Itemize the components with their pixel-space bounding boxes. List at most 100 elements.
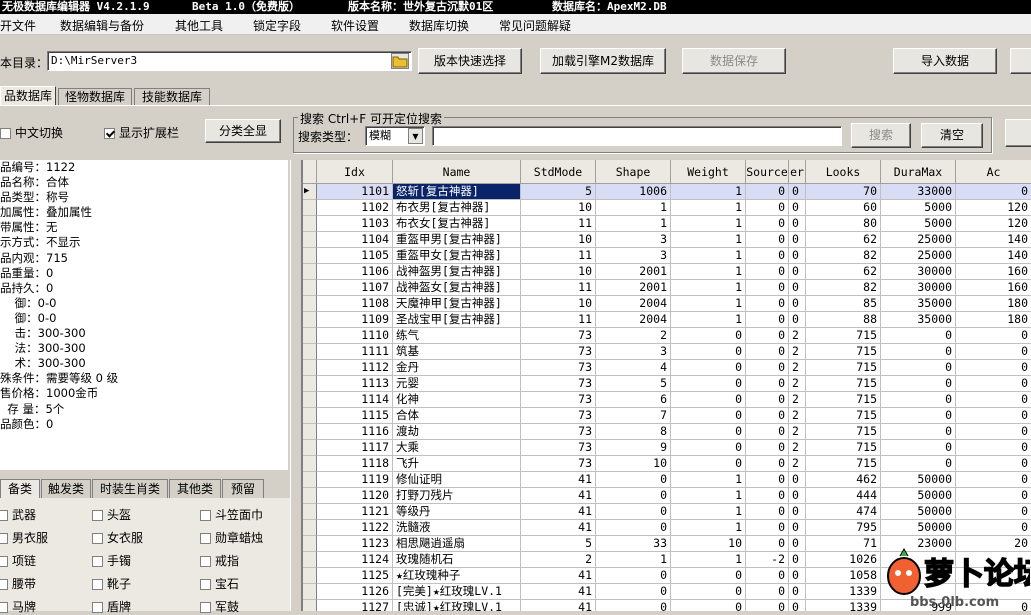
load-engine-button[interactable]: 加载引擎M2数据库: [540, 48, 666, 74]
table-cell[interactable]: 10: [521, 232, 596, 248]
table-cell[interactable]: 元婴: [393, 376, 521, 392]
table-cell[interactable]: 8: [596, 424, 671, 440]
table-cell[interactable]: 0: [956, 472, 1031, 488]
table-cell[interactable]: 飞升: [393, 456, 521, 472]
table-cell[interactable]: 0: [746, 232, 789, 248]
menu-settings[interactable]: 软件设置: [331, 17, 379, 34]
table-cell[interactable]: 圣战宝甲[复古神器]: [393, 312, 521, 328]
table-cell[interactable]: 50000: [881, 520, 956, 536]
table-cell[interactable]: 70: [806, 184, 881, 200]
table-cell[interactable]: 1127: [317, 600, 393, 611]
table-cell[interactable]: 1: [671, 200, 746, 216]
table-cell[interactable]: 0: [789, 200, 806, 216]
table-row[interactable]: 1119 修仙证明 41 0 1 0 0 462 50000 0: [303, 472, 1031, 488]
table-cell[interactable]: 10: [596, 456, 671, 472]
table-cell[interactable]: 0: [746, 600, 789, 611]
table-cell[interactable]: 0: [671, 600, 746, 611]
table-cell[interactable]: 1: [596, 552, 671, 568]
import-data-button[interactable]: 导入数据: [893, 48, 997, 74]
table-cell[interactable]: 渡劫: [393, 424, 521, 440]
table-cell[interactable]: 0: [956, 344, 1031, 360]
table-cell[interactable]: 1121: [317, 504, 393, 520]
table-row[interactable]: 1110 练气 73 2 0 0 2 715 0 0: [303, 328, 1031, 344]
cat-weapon[interactable]: 武器: [0, 506, 36, 523]
table-row[interactable]: 1117 大乘 73 9 0 0 2 715 0 0: [303, 440, 1031, 456]
table-cell[interactable]: 73: [521, 344, 596, 360]
table-cell[interactable]: 0: [789, 280, 806, 296]
table-cell[interactable]: 9: [596, 440, 671, 456]
table-cell[interactable]: ★红玫瑰种子: [393, 568, 521, 584]
table-cell[interactable]: 0: [956, 520, 1031, 536]
table-cell[interactable]: 50000: [881, 472, 956, 488]
table-row[interactable]: 1108 天魔神甲[复古神器] 10 2004 1 0 0 85 35000 180: [303, 296, 1031, 312]
table-cell[interactable]: 筑基: [393, 344, 521, 360]
table-cell[interactable]: 0: [789, 184, 806, 200]
table-cell[interactable]: 715: [806, 408, 881, 424]
table-cell[interactable]: 修仙证明: [393, 472, 521, 488]
table-cell[interactable]: 0: [956, 504, 1031, 520]
table-cell[interactable]: -2: [746, 552, 789, 568]
category-all-button[interactable]: 分类全显: [205, 119, 281, 143]
table-cell[interactable]: 715: [806, 328, 881, 344]
table-cell[interactable]: 0: [881, 408, 956, 424]
splitter[interactable]: [290, 160, 302, 611]
table-cell[interactable]: 73: [521, 408, 596, 424]
table-cell[interactable]: 1: [671, 520, 746, 536]
table-cell[interactable]: 0: [881, 344, 956, 360]
table-cell[interactable]: 2: [789, 408, 806, 424]
table-cell[interactable]: 0: [746, 376, 789, 392]
table-cell[interactable]: 1105: [317, 248, 393, 264]
table-cell[interactable]: 3: [596, 344, 671, 360]
menu-file[interactable]: 开文件: [0, 17, 36, 34]
cat-shield[interactable]: 盾牌: [92, 598, 131, 615]
table-cell[interactable]: 0: [746, 312, 789, 328]
table-cell[interactable]: 2: [789, 376, 806, 392]
table-cell[interactable]: 0: [746, 200, 789, 216]
table-cell[interactable]: 0: [956, 440, 1031, 456]
table-cell[interactable]: 2: [789, 456, 806, 472]
table-cell[interactable]: 0: [956, 376, 1031, 392]
tab-monster-db[interactable]: 怪物数据库: [58, 88, 132, 105]
table-cell[interactable]: 1109: [317, 312, 393, 328]
table-cell[interactable]: 715: [806, 456, 881, 472]
table-cell[interactable]: 0: [671, 584, 746, 600]
table-cell[interactable]: 10: [521, 264, 596, 280]
table-cell[interactable]: 1: [596, 200, 671, 216]
table-cell[interactable]: 1006: [596, 184, 671, 200]
table-cell[interactable]: 41: [521, 472, 596, 488]
table-cell[interactable]: 1: [671, 216, 746, 232]
table-cell[interactable]: 0: [671, 392, 746, 408]
clear-button[interactable]: 清空: [921, 123, 983, 148]
table-cell[interactable]: 50000: [881, 488, 956, 504]
search-button[interactable]: 搜索: [851, 123, 911, 148]
table-cell[interactable]: 0: [671, 328, 746, 344]
chevron-down-icon[interactable]: ▼: [408, 128, 423, 144]
table-cell[interactable]: 715: [806, 376, 881, 392]
table-cell[interactable]: 1110: [317, 328, 393, 344]
table-row[interactable]: 1120 打野刀残片 41 0 1 0 0 444 50000 0: [303, 488, 1031, 504]
table-cell[interactable]: 0: [671, 360, 746, 376]
table-cell[interactable]: 11: [521, 248, 596, 264]
table-cell[interactable]: 0: [881, 392, 956, 408]
table-cell[interactable]: 6: [596, 392, 671, 408]
cat-gem[interactable]: 宝石: [200, 575, 239, 592]
table-cell[interactable]: 715: [806, 392, 881, 408]
table-cell[interactable]: 180: [956, 296, 1031, 312]
table-cell[interactable]: 2: [789, 328, 806, 344]
tab-equipment[interactable]: 备类: [0, 479, 40, 498]
table-cell[interactable]: 练气: [393, 328, 521, 344]
table-cell[interactable]: 0: [789, 232, 806, 248]
table-cell[interactable]: 11: [521, 280, 596, 296]
cat-helmet[interactable]: 头盔: [92, 506, 131, 523]
tab-reserved[interactable]: 预留: [222, 479, 264, 498]
cat-bracelet[interactable]: 手镯: [92, 552, 131, 569]
table-cell[interactable]: 85: [806, 296, 881, 312]
table-cell[interactable]: 0: [789, 216, 806, 232]
tab-fashion[interactable]: 时装生肖类: [92, 479, 168, 498]
table-cell[interactable]: 0: [789, 248, 806, 264]
table-cell[interactable]: 2001: [596, 280, 671, 296]
table-cell[interactable]: 洗髓液: [393, 520, 521, 536]
dir-input[interactable]: D:\MirServer3: [47, 51, 412, 71]
table-cell[interactable]: 0: [956, 328, 1031, 344]
table-cell[interactable]: 41: [521, 568, 596, 584]
